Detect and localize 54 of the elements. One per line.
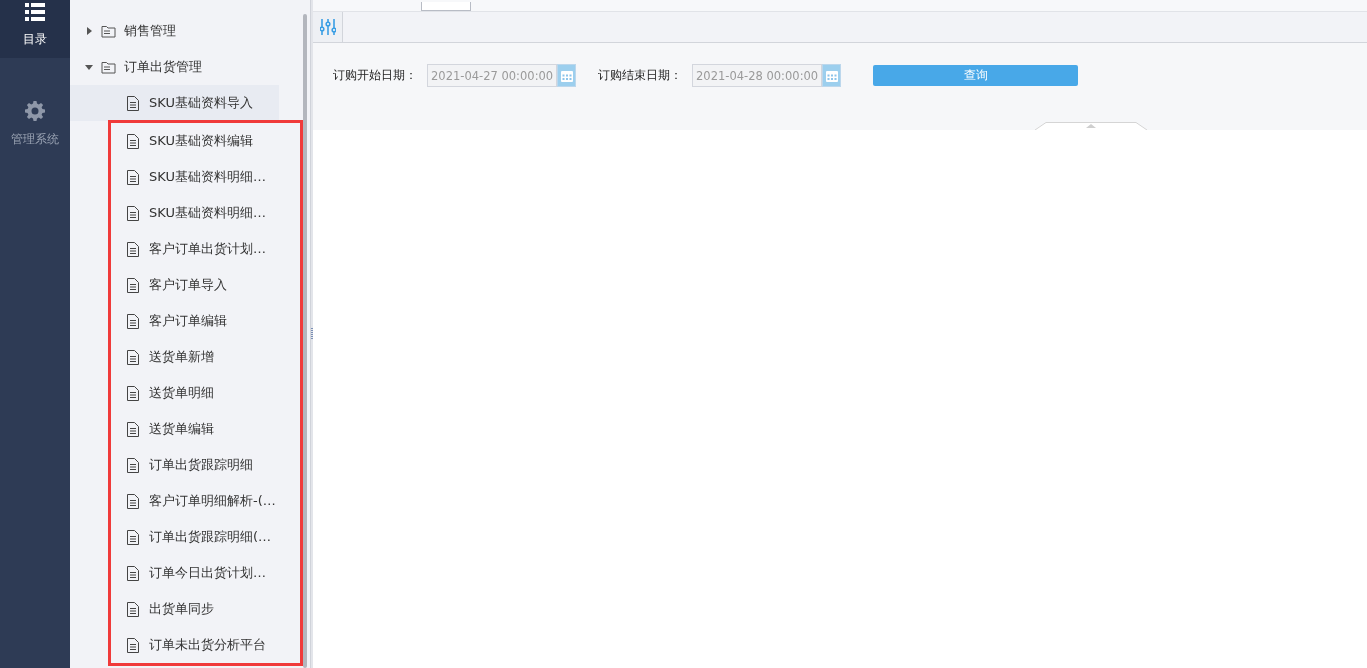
settings-icon: [25, 101, 45, 121]
document-icon: [127, 565, 139, 581]
calendar-icon: [824, 68, 839, 83]
page-field[interactable]: [421, 2, 471, 11]
tree-item[interactable]: 出货单同步: [111, 591, 300, 627]
tree-item[interactable]: 客户订单导入: [111, 267, 300, 303]
caret-icon: [85, 27, 93, 35]
document-icon: [127, 133, 139, 149]
document-icon: [127, 169, 139, 185]
calendar-button[interactable]: [557, 64, 576, 87]
document-icon: [127, 637, 139, 653]
document-icon: [127, 241, 139, 257]
tree-item[interactable]: 订单出货跟踪明细(…: [111, 519, 300, 555]
caret-icon: [85, 63, 93, 71]
nav-item[interactable]: 目录: [0, 0, 70, 58]
tree-item[interactable]: 订单今日出货计划…: [111, 555, 300, 591]
scrollbar[interactable]: [303, 14, 307, 668]
document-icon: [127, 421, 139, 437]
tree-item[interactable]: SKU基础资料明细…: [111, 159, 300, 195]
document-icon: [127, 385, 139, 401]
tree-item[interactable]: 客户订单明细解析-(…: [111, 483, 300, 519]
list-icon: [25, 3, 45, 21]
nav-item[interactable]: 管理系统: [0, 100, 70, 158]
tree-item[interactable]: 客户订单出货计划…: [111, 231, 300, 267]
folder-icon: [101, 60, 116, 74]
document-icon: [127, 349, 139, 365]
document-icon: [127, 529, 139, 545]
calendar-button[interactable]: [822, 64, 841, 87]
field-label: 订购结束日期：: [598, 67, 682, 84]
document-icon: [127, 493, 139, 509]
sliders-icon: [319, 18, 336, 36]
tree-item[interactable]: 客户订单编辑: [111, 303, 300, 339]
tree-item[interactable]: 送货单新增: [111, 339, 300, 375]
filter-tab[interactable]: [313, 12, 343, 42]
document-icon: [127, 601, 139, 617]
tree-item[interactable]: 送货单明细: [111, 375, 300, 411]
splitter-handle[interactable]: [311, 328, 313, 340]
calendar-icon: [559, 68, 574, 83]
tree-item[interactable]: SKU基础资料编辑: [111, 123, 300, 159]
folder-icon: [101, 24, 116, 38]
tree-item[interactable]: 订单出货跟踪明细: [111, 447, 300, 483]
field-label: 订购开始日期：: [333, 67, 417, 84]
document-icon: [127, 95, 139, 111]
tree-item[interactable]: 送货单编辑: [111, 411, 300, 447]
tree-folder[interactable]: 订单出货管理: [70, 49, 303, 85]
tree-item[interactable]: 订单未出货分析平台: [111, 627, 300, 663]
document-icon: [127, 457, 139, 473]
document-icon: [127, 277, 139, 293]
document-icon: [127, 205, 139, 221]
document-icon: [127, 313, 139, 329]
tree-item[interactable]: SKU基础资料导入: [70, 85, 279, 121]
collapse-handle[interactable]: [1034, 122, 1148, 130]
tree-folder[interactable]: 销售管理: [70, 13, 303, 49]
tree-item[interactable]: SKU基础资料明细…: [111, 195, 300, 231]
